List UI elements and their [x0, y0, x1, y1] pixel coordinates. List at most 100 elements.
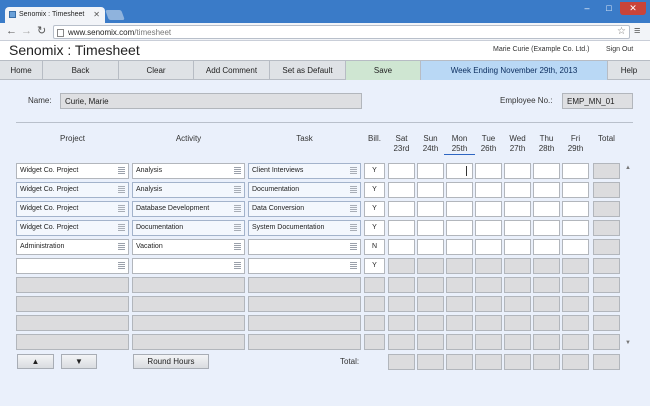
hours-input[interactable]: [504, 220, 531, 236]
project-field[interactable]: Widget Co. Project: [16, 201, 129, 217]
hours-input[interactable]: [504, 239, 531, 255]
list-picker-icon[interactable]: [118, 186, 125, 194]
hours-input[interactable]: [446, 220, 473, 236]
hours-input[interactable]: [533, 163, 560, 179]
project-field[interactable]: Widget Co. Project: [16, 220, 129, 236]
hours-input[interactable]: [417, 163, 444, 179]
task-field[interactable]: [248, 239, 361, 255]
hours-input[interactable]: [533, 239, 560, 255]
back-button[interactable]: Back: [43, 61, 119, 80]
tab-close-icon[interactable]: ✕: [93, 10, 100, 19]
window-close-icon[interactable]: ✕: [620, 2, 646, 15]
hours-input[interactable]: [388, 201, 415, 217]
hours-input[interactable]: [562, 239, 589, 255]
week-ending-selector[interactable]: Week Ending November 29th, 2013: [421, 61, 608, 80]
sign-out-link[interactable]: Sign Out: [606, 46, 633, 53]
clear-button[interactable]: Clear: [119, 61, 194, 80]
hours-input[interactable]: [446, 182, 473, 198]
home-button[interactable]: Home: [0, 61, 43, 80]
hours-input[interactable]: [562, 182, 589, 198]
address-bar[interactable]: www.senomix.com/timesheet ☆: [53, 25, 630, 39]
hours-input[interactable]: [388, 220, 415, 236]
hours-input[interactable]: [446, 163, 473, 179]
task-field[interactable]: Documentation: [248, 182, 361, 198]
hours-input[interactable]: [475, 201, 502, 217]
list-picker-icon[interactable]: [234, 262, 241, 270]
set-default-button[interactable]: Set as Default: [270, 61, 346, 80]
list-picker-icon[interactable]: [350, 205, 357, 213]
move-row-up-button[interactable]: ▲: [17, 354, 54, 369]
billable-toggle[interactable]: Y: [364, 182, 385, 198]
hours-input[interactable]: [388, 239, 415, 255]
browser-menu-icon[interactable]: ≡: [634, 25, 640, 37]
project-field[interactable]: Widget Co. Project: [16, 182, 129, 198]
hours-input[interactable]: [475, 182, 502, 198]
hours-input[interactable]: [562, 201, 589, 217]
list-picker-icon[interactable]: [350, 243, 357, 251]
new-tab-button[interactable]: [105, 10, 125, 20]
task-field[interactable]: Client Interviews: [248, 163, 361, 179]
hours-input[interactable]: [475, 163, 502, 179]
task-field[interactable]: [248, 258, 361, 274]
activity-field[interactable]: Database Development: [132, 201, 245, 217]
project-field[interactable]: Administration: [16, 239, 129, 255]
forward-arrow-icon[interactable]: →: [21, 25, 32, 38]
browser-tab[interactable]: Senomix : Timesheet ✕: [5, 7, 105, 24]
hours-input[interactable]: [562, 163, 589, 179]
round-hours-button[interactable]: Round Hours: [133, 354, 209, 369]
list-picker-icon[interactable]: [350, 224, 357, 232]
hours-input[interactable]: [533, 182, 560, 198]
hours-input[interactable]: [417, 201, 444, 217]
list-picker-icon[interactable]: [350, 186, 357, 194]
billable-toggle[interactable]: N: [364, 239, 385, 255]
hours-input[interactable]: [533, 220, 560, 236]
hours-input[interactable]: [533, 201, 560, 217]
hours-input[interactable]: [388, 163, 415, 179]
list-picker-icon[interactable]: [118, 262, 125, 270]
back-arrow-icon[interactable]: ←: [6, 25, 17, 38]
list-picker-icon[interactable]: [234, 167, 241, 175]
list-picker-icon[interactable]: [118, 167, 125, 175]
hours-input[interactable]: [446, 201, 473, 217]
list-picker-icon[interactable]: [118, 243, 125, 251]
list-picker-icon[interactable]: [118, 224, 125, 232]
hours-input[interactable]: [446, 239, 473, 255]
hours-input[interactable]: [475, 239, 502, 255]
save-button[interactable]: Save: [346, 61, 421, 80]
bookmark-star-icon[interactable]: ☆: [617, 26, 626, 37]
billable-toggle[interactable]: Y: [364, 258, 385, 274]
list-picker-icon[interactable]: [234, 224, 241, 232]
window-maximize-icon[interactable]: □: [598, 2, 620, 15]
project-field[interactable]: [16, 258, 129, 274]
help-button[interactable]: Help: [608, 61, 650, 80]
hours-input[interactable]: [417, 239, 444, 255]
list-picker-icon[interactable]: [350, 167, 357, 175]
billable-toggle[interactable]: Y: [364, 201, 385, 217]
window-minimize-icon[interactable]: –: [576, 2, 598, 15]
list-picker-icon[interactable]: [234, 186, 241, 194]
task-field[interactable]: Data Conversion: [248, 201, 361, 217]
hours-input[interactable]: [417, 220, 444, 236]
hours-input[interactable]: [475, 220, 502, 236]
hours-input[interactable]: [504, 182, 531, 198]
hours-input[interactable]: [417, 182, 444, 198]
billable-toggle[interactable]: Y: [364, 163, 385, 179]
billable-toggle[interactable]: Y: [364, 220, 385, 236]
scroll-up-arrow-icon[interactable]: ▲: [625, 165, 631, 171]
move-row-down-button[interactable]: ▼: [61, 354, 97, 369]
activity-field[interactable]: Documentation: [132, 220, 245, 236]
project-field[interactable]: Widget Co. Project: [16, 163, 129, 179]
activity-field[interactable]: Analysis: [132, 182, 245, 198]
list-picker-icon[interactable]: [234, 205, 241, 213]
hours-input[interactable]: [562, 220, 589, 236]
hours-input[interactable]: [504, 163, 531, 179]
list-picker-icon[interactable]: [118, 205, 125, 213]
activity-field[interactable]: [132, 258, 245, 274]
activity-field[interactable]: Analysis: [132, 163, 245, 179]
list-picker-icon[interactable]: [234, 243, 241, 251]
activity-field[interactable]: Vacation: [132, 239, 245, 255]
reload-icon[interactable]: ↻: [37, 25, 46, 38]
scroll-down-arrow-icon[interactable]: ▼: [625, 340, 631, 346]
add-comment-button[interactable]: Add Comment: [194, 61, 270, 80]
list-picker-icon[interactable]: [350, 262, 357, 270]
